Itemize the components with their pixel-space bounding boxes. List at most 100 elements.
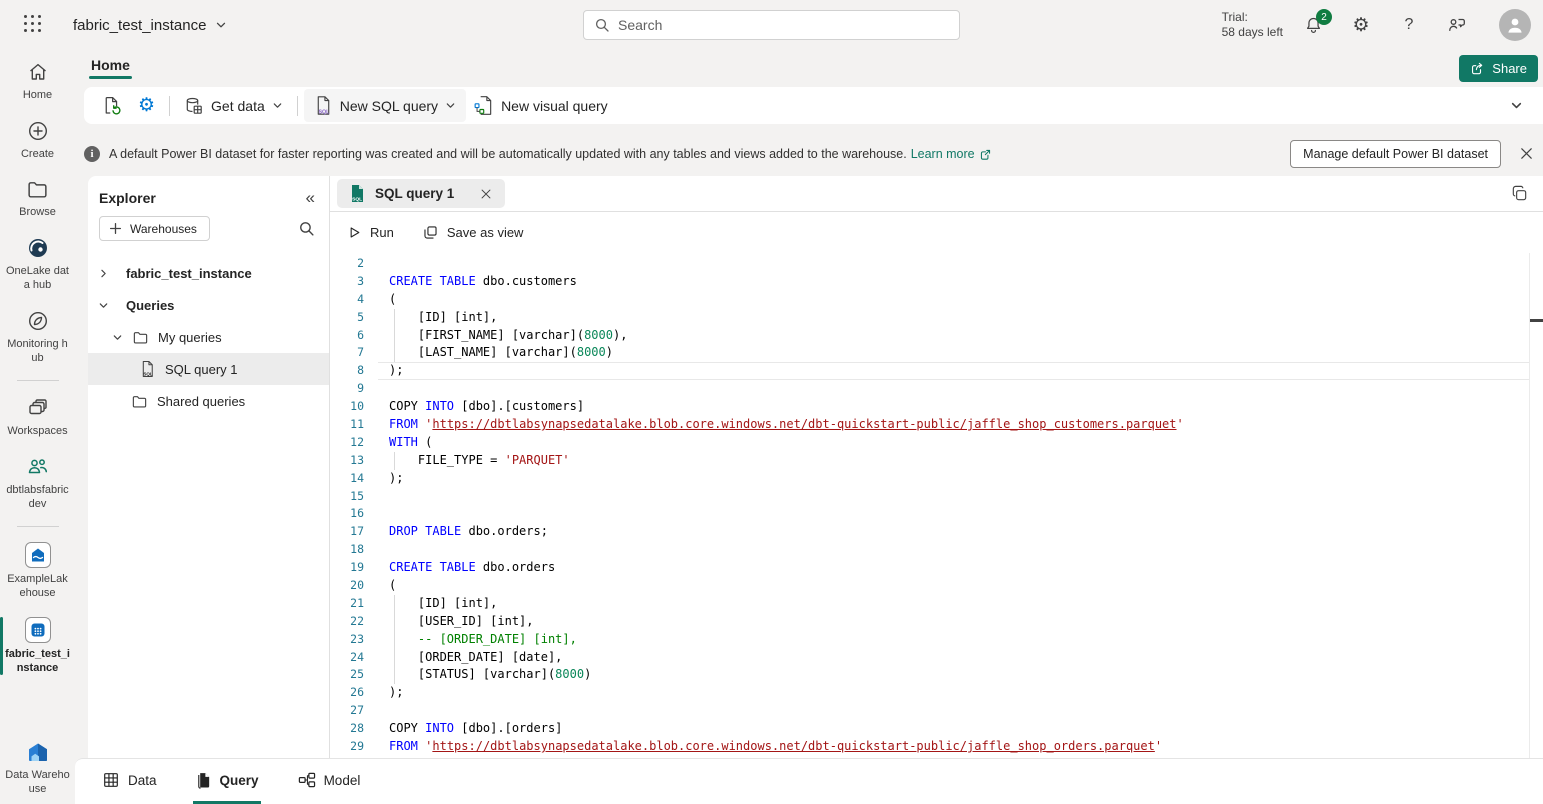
new-warehouse-button[interactable]: Warehouses <box>99 216 210 241</box>
line-number: 29 <box>330 738 378 756</box>
line-number: 21 <box>330 595 378 613</box>
code-line[interactable]: 11FROM 'https://dbtlabsynapsedatalake.bl… <box>330 416 1543 434</box>
code-line[interactable]: 2 <box>330 255 1543 273</box>
code-line[interactable]: 10COPY INTO [dbo].[customers] <box>330 398 1543 416</box>
app-launcher-icon[interactable] <box>24 15 44 35</box>
explorer-title: Explorer <box>99 190 156 206</box>
nav-home[interactable]: Home <box>0 58 75 104</box>
code-line[interactable]: 5 [ID] [int], <box>330 309 1543 327</box>
nav-browse[interactable]: Browse <box>0 176 75 221</box>
feedback-button[interactable] <box>1447 15 1467 35</box>
line-number: 22 <box>330 613 378 631</box>
code-line[interactable]: 14); <box>330 470 1543 488</box>
collapse-explorer-button[interactable]: « <box>306 191 315 205</box>
view-tab-model[interactable]: Model <box>295 759 363 804</box>
workspace-switcher[interactable]: fabric_test_instance <box>73 17 227 34</box>
tree-item-queries[interactable]: Queries <box>88 289 329 321</box>
query-toolbar: Run Save as view <box>330 212 1543 253</box>
run-button[interactable]: Run <box>347 225 394 240</box>
code-line[interactable]: 21 [ID] [int], <box>330 595 1543 613</box>
explorer-tree: fabric_test_instance Queries My queries … <box>88 257 329 417</box>
code-line[interactable]: 15 <box>330 488 1543 506</box>
view-tab-query[interactable]: Query <box>193 759 261 804</box>
explorer-search-button[interactable] <box>298 220 315 237</box>
manage-dataset-button[interactable]: Manage default Power BI dataset <box>1290 140 1501 168</box>
code-line[interactable]: 20( <box>330 577 1543 595</box>
close-tab-button[interactable] <box>479 187 493 201</box>
code-line[interactable]: 29FROM 'https://dbtlabsynapsedatalake.bl… <box>330 738 1543 756</box>
nav-create[interactable]: Create <box>0 117 75 163</box>
code-line[interactable]: 13 FILE_TYPE = 'PARQUET' <box>330 452 1543 470</box>
tree-item-shared-queries[interactable]: Shared queries <box>88 385 329 417</box>
nav-onelake-data-hub[interactable]: OneLake data hub <box>0 234 75 294</box>
notification-badge: 2 <box>1316 9 1332 25</box>
line-number: 18 <box>330 541 378 559</box>
new-sql-query-button[interactable]: SQL New SQL query <box>304 89 466 122</box>
tree-item-my-queries[interactable]: My queries <box>88 321 329 353</box>
close-banner-button[interactable] <box>1519 146 1535 162</box>
nav-data-warehouse[interactable]: Data Warehouse <box>0 738 75 798</box>
nav-monitoring-hub[interactable]: Monitoring hub <box>0 307 75 367</box>
code-line[interactable]: 23 -- [ORDER_DATE] [int], <box>330 631 1543 649</box>
line-number: 23 <box>330 631 378 649</box>
code-line[interactable]: 9 <box>330 380 1543 398</box>
code-line[interactable]: 19CREATE TABLE dbo.orders <box>330 559 1543 577</box>
line-number: 11 <box>330 416 378 434</box>
code-line[interactable]: 28COPY INTO [dbo].[orders] <box>330 720 1543 738</box>
line-number: 5 <box>330 309 378 327</box>
tree-item-warehouse[interactable]: fabric_test_instance <box>88 257 329 289</box>
code-line[interactable]: 3CREATE TABLE dbo.customers <box>330 273 1543 291</box>
account-avatar[interactable] <box>1499 9 1531 41</box>
code-line[interactable]: 7 [LAST_NAME] [varchar](8000) <box>330 344 1543 362</box>
chevron-down-icon <box>272 100 283 111</box>
code-line[interactable]: 6 [FIRST_NAME] [varchar](8000), <box>330 327 1543 345</box>
tab-sql-query-1[interactable]: SQL SQL query 1 <box>337 179 505 208</box>
line-number: 13 <box>330 452 378 470</box>
sql-code-editor[interactable]: 23CREATE TABLE dbo.customers4(5 [ID] [in… <box>330 253 1543 758</box>
copy-icon[interactable] <box>1510 184 1530 204</box>
code-line[interactable]: 16 <box>330 505 1543 523</box>
code-line[interactable]: 8); <box>330 362 1543 380</box>
nav-workspace-dbtlabsfabricdev[interactable]: dbtlabsfabricdev <box>0 453 75 513</box>
code-line[interactable]: 17DROP TABLE dbo.orders; <box>330 523 1543 541</box>
share-button[interactable]: Share <box>1459 55 1538 82</box>
line-number: 25 <box>330 666 378 684</box>
line-number: 3 <box>330 273 378 291</box>
code-line[interactable]: 18 <box>330 541 1543 559</box>
refresh-button[interactable] <box>93 90 130 121</box>
line-number: 14 <box>330 470 378 488</box>
tab-home[interactable]: Home <box>81 53 140 81</box>
settings-gear-icon: ⚙ <box>138 96 155 115</box>
code-line[interactable]: 12WITH ( <box>330 434 1543 452</box>
code-line[interactable]: 26); <box>330 684 1543 702</box>
chevron-down-icon <box>98 300 109 311</box>
view-tab-data[interactable]: Data <box>100 759 159 804</box>
database-icon <box>184 96 204 116</box>
code-line[interactable]: 4( <box>330 291 1543 309</box>
chevron-down-icon <box>215 19 227 31</box>
code-line[interactable]: 24 [ORDER_DATE] [date], <box>330 649 1543 667</box>
settings-button[interactable]: ⚙ <box>1351 15 1371 35</box>
collapse-ribbon-button[interactable] <box>1506 95 1526 115</box>
line-number: 27 <box>330 702 378 720</box>
tree-item-sql-query-1[interactable]: SQL SQL query 1 <box>88 353 329 385</box>
search-input[interactable] <box>618 17 949 33</box>
nav-item-examplelakehouse[interactable]: ExampleLakehouse <box>0 540 75 602</box>
code-line[interactable]: 25 [STATUS] [varchar](8000) <box>330 666 1543 684</box>
warehouse-settings-button[interactable]: ⚙ <box>130 91 163 120</box>
code-line[interactable]: 27 <box>330 702 1543 720</box>
new-visual-query-button[interactable]: New visual query <box>466 90 616 121</box>
global-search[interactable] <box>583 10 960 40</box>
learn-more-link[interactable]: Learn more <box>911 147 992 161</box>
get-data-button[interactable]: Get data <box>176 91 291 121</box>
editor-tab-bar: SQL SQL query 1 <box>330 176 1543 212</box>
save-as-view-button[interactable]: Save as view <box>422 224 524 241</box>
help-button[interactable]: ? <box>1399 15 1419 35</box>
editor-scrollbar[interactable] <box>1529 253 1543 758</box>
nav-item-fabric-test-instance[interactable]: fabric_test_instance <box>0 615 75 677</box>
nav-workspaces[interactable]: Workspaces <box>0 394 75 440</box>
code-line[interactable]: 22 [USER_ID] [int], <box>330 613 1543 631</box>
line-number: 28 <box>330 720 378 738</box>
ribbon-tab-row: Home Share <box>75 50 1543 84</box>
notifications-button[interactable]: 2 <box>1303 15 1323 35</box>
